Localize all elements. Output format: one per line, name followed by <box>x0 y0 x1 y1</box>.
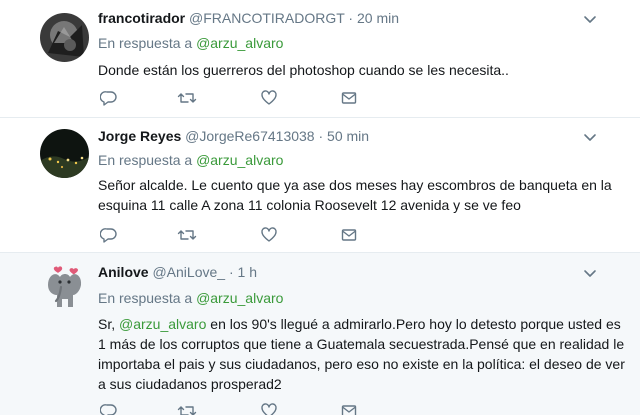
avatar[interactable] <box>40 13 89 62</box>
tweet-text: Sr, @arzu_alvaro en los 90's llegué a ad… <box>98 314 628 394</box>
like-icon[interactable] <box>260 402 280 415</box>
reply-context: En respuesta a @arzu_alvaro <box>98 34 283 52</box>
direct-message-icon[interactable] <box>340 226 360 246</box>
avatar[interactable] <box>40 265 89 314</box>
reply-icon[interactable] <box>100 226 120 246</box>
tweet[interactable]: francotirador @FRANCOTIRADORGT · 20 min … <box>0 0 640 118</box>
tweet-header: Jorge Reyes @JorgeRe67413038 · 50 min <box>98 126 369 146</box>
reply-context: En respuesta a @arzu_alvaro <box>98 289 283 307</box>
inline-mention-link[interactable]: @arzu_alvaro <box>119 316 206 332</box>
username[interactable]: @JorgeRe67413038 <box>185 128 314 144</box>
chevron-down-icon[interactable] <box>582 265 598 281</box>
reply-prefix: En respuesta a <box>98 35 193 51</box>
tweet-header: francotirador @FRANCOTIRADORGT · 20 min <box>98 8 399 28</box>
reply-mention-link[interactable]: @arzu_alvaro <box>196 35 283 51</box>
chevron-down-icon[interactable] <box>582 11 598 27</box>
direct-message-icon[interactable] <box>340 402 360 415</box>
reply-prefix: En respuesta a <box>98 152 193 168</box>
tweet-actions <box>100 226 360 246</box>
reply-prefix: En respuesta a <box>98 290 193 306</box>
tweet-header: Anilove @AniLove_ · 1 h <box>98 262 257 282</box>
tweet[interactable]: Jorge Reyes @JorgeRe67413038 · 50 min En… <box>0 118 640 253</box>
display-name[interactable]: francotirador <box>98 10 185 26</box>
reply-mention-link[interactable]: @arzu_alvaro <box>196 152 283 168</box>
retweet-icon[interactable] <box>177 226 197 246</box>
reply-icon[interactable] <box>100 402 120 415</box>
text-prefix: Sr, <box>98 316 120 332</box>
retweet-icon[interactable] <box>177 89 197 109</box>
reply-icon[interactable] <box>100 89 120 109</box>
timestamp[interactable]: 1 h <box>238 264 257 280</box>
like-icon[interactable] <box>260 226 280 246</box>
direct-message-icon[interactable] <box>340 89 360 109</box>
tweet-actions <box>100 89 360 109</box>
retweet-icon[interactable] <box>177 402 197 415</box>
tweet[interactable]: Anilove @AniLove_ · 1 h En respuesta a @… <box>0 253 640 415</box>
timestamp[interactable]: 50 min <box>327 128 369 144</box>
display-name[interactable]: Jorge Reyes <box>98 128 181 144</box>
chevron-down-icon[interactable] <box>582 129 598 145</box>
separator: · <box>318 128 324 144</box>
separator: · <box>228 264 234 280</box>
tweet-text: Señor alcalde. Le cuento que ya ase dos … <box>98 177 612 213</box>
timestamp[interactable]: 20 min <box>357 10 399 26</box>
tweet-actions <box>100 402 360 415</box>
separator: · <box>348 10 354 26</box>
reply-context: En respuesta a @arzu_alvaro <box>98 151 283 169</box>
tweet-text: Donde están los guerreros del photoshop … <box>98 62 509 78</box>
username[interactable]: @AniLove_ <box>152 264 225 280</box>
avatar[interactable] <box>40 129 89 178</box>
like-icon[interactable] <box>260 89 280 109</box>
display-name[interactable]: Anilove <box>98 264 149 280</box>
username[interactable]: @FRANCOTIRADORGT <box>189 10 345 26</box>
reply-mention-link[interactable]: @arzu_alvaro <box>196 290 283 306</box>
